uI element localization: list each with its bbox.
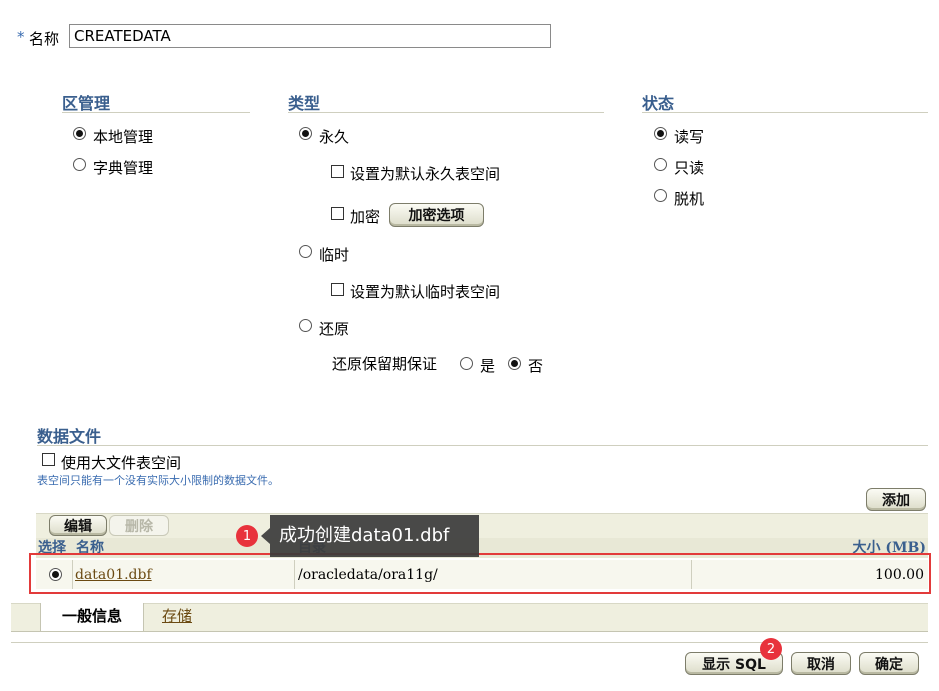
datafiles-toolbar	[36, 513, 928, 539]
extent-mgmt-title: 区管理	[62, 94, 111, 113]
radio-retention-yes[interactable]	[460, 357, 473, 370]
radio-undo[interactable]	[299, 319, 312, 332]
edit-button[interactable]: 编辑	[49, 515, 107, 536]
encrypt-label: 加密	[350, 208, 381, 226]
bigfile-label: 使用大文件表空间	[61, 454, 182, 472]
footer-divider	[11, 642, 928, 643]
default-temporary-label: 设置为默认临时表空间	[350, 283, 501, 301]
undo-label: 还原	[319, 320, 350, 338]
radio-dictionary-mgmt[interactable]	[73, 158, 86, 171]
tab-bar	[11, 603, 928, 632]
dictionary-mgmt-label: 字典管理	[93, 159, 154, 177]
extent-mgmt-divider	[62, 112, 250, 113]
permanent-label: 永久	[319, 128, 350, 146]
row-highlight-box	[29, 553, 931, 594]
encrypt-options-button[interactable]: 加密选项	[389, 203, 484, 227]
checkbox-bigfile[interactable]	[42, 453, 55, 466]
status-divider	[642, 112, 928, 113]
type-title: 类型	[288, 94, 321, 113]
name-label: 名称	[29, 30, 60, 48]
datafiles-title: 数据文件	[37, 427, 102, 446]
offline-label: 脱机	[674, 190, 705, 208]
radio-offline[interactable]	[654, 189, 667, 202]
undo-retention-label: 还原保留期保证	[332, 355, 438, 373]
ok-button[interactable]: 确定	[859, 652, 919, 675]
radio-temporary[interactable]	[299, 245, 312, 258]
datafiles-divider	[37, 445, 928, 446]
checkbox-default-permanent[interactable]	[331, 165, 344, 178]
radio-read-only[interactable]	[654, 158, 667, 171]
temporary-label: 临时	[319, 246, 350, 264]
bigfile-hint: 表空间只能有一个没有实际大小限制的数据文件。	[37, 474, 279, 487]
tab-storage[interactable]: 存储	[162, 603, 192, 630]
radio-retention-no[interactable]	[508, 357, 521, 370]
required-mark: *	[17, 28, 25, 46]
success-tooltip: 成功创建data01.dbf	[261, 515, 479, 557]
name-input[interactable]	[69, 24, 551, 48]
tab-general[interactable]: 一般信息	[40, 603, 144, 631]
read-write-label: 读写	[674, 128, 705, 146]
default-permanent-label: 设置为默认永久表空间	[350, 165, 501, 183]
radio-permanent[interactable]	[299, 127, 312, 140]
add-button[interactable]: 添加	[866, 488, 926, 511]
step-badge-2: 2	[760, 638, 782, 660]
step-badge-1: 1	[236, 525, 258, 547]
delete-button[interactable]: 删除	[109, 515, 169, 536]
type-divider	[288, 112, 604, 113]
radio-local-mgmt[interactable]	[73, 127, 86, 140]
status-title: 状态	[642, 94, 675, 113]
retention-no-label: 否	[528, 357, 544, 375]
retention-yes-label: 是	[480, 357, 496, 375]
local-mgmt-label: 本地管理	[93, 128, 154, 146]
checkbox-default-temporary[interactable]	[331, 283, 344, 296]
radio-read-write[interactable]	[654, 127, 667, 140]
checkbox-encrypt[interactable]	[331, 207, 344, 220]
cancel-button[interactable]: 取消	[791, 652, 851, 675]
read-only-label: 只读	[674, 159, 705, 177]
